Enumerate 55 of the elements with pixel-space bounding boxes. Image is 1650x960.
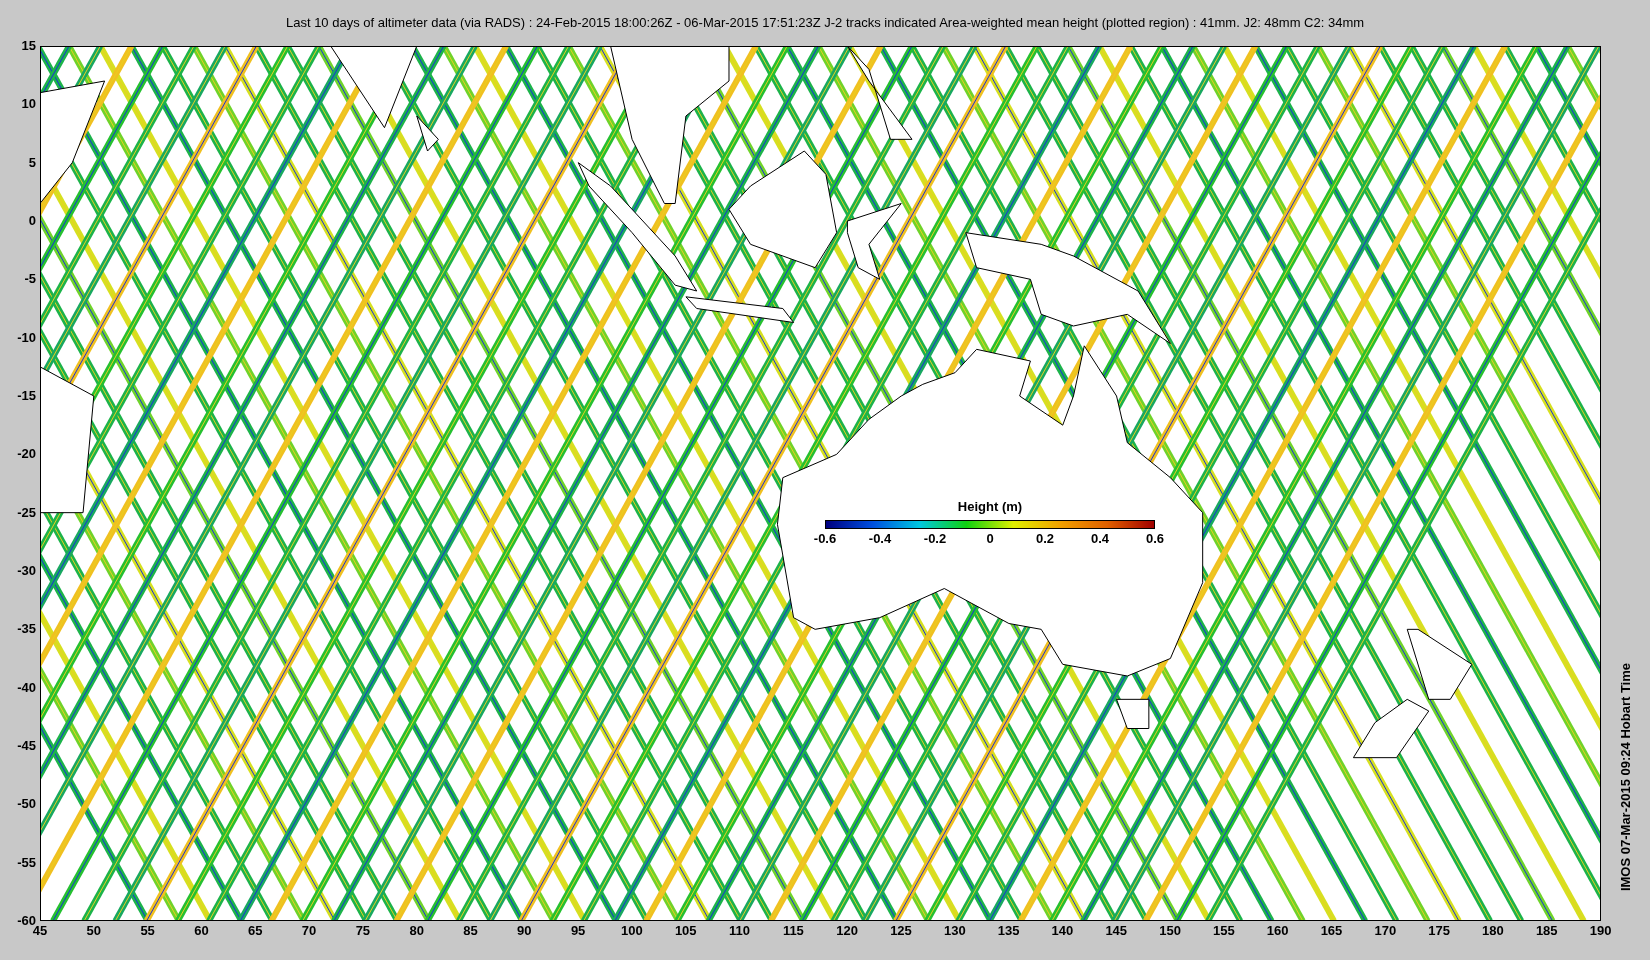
colorbar-tick-label: 0 bbox=[985, 531, 995, 547]
longitude-tick-label: 120 bbox=[835, 923, 860, 939]
longitude-tick-label: 75 bbox=[354, 923, 372, 939]
latitude-tick-label: 0 bbox=[28, 213, 36, 229]
longitude-tick-label: 110 bbox=[728, 923, 752, 939]
longitude-tick-label: 80 bbox=[408, 923, 425, 939]
longitude-tick-label: 90 bbox=[516, 923, 533, 939]
longitude-tick-label: 55 bbox=[139, 923, 156, 939]
colorbar-tick-label: 0.6 bbox=[1144, 531, 1166, 547]
longitude-tick-label: 65 bbox=[247, 923, 264, 939]
longitude-tick-label: 175 bbox=[1427, 923, 1451, 939]
longitude-tick-label: 130 bbox=[942, 923, 967, 939]
colorbar-tick-label: -0.2 bbox=[922, 531, 948, 547]
latitude-tick-label: -10 bbox=[17, 329, 36, 346]
longitude-tick-label: 165 bbox=[1319, 923, 1344, 939]
latitude-tick-label: -50 bbox=[17, 796, 36, 813]
timestamp-note: IMOS 07-Mar-2015 09:24 Hobart Time bbox=[1616, 662, 1634, 891]
latitude-tick-label: 15 bbox=[21, 38, 36, 54]
latitude-tick-label: -55 bbox=[17, 854, 36, 871]
longitude-tick-label: 85 bbox=[462, 923, 479, 939]
latitude-tick-label: 10 bbox=[21, 96, 36, 113]
latitude-tick-label: 5 bbox=[28, 154, 36, 171]
longitude-tick-label: 115 bbox=[781, 923, 805, 939]
longitude-tick-label: 60 bbox=[193, 923, 210, 939]
longitude-tick-label: 70 bbox=[300, 923, 318, 939]
colorbar-tick-label: 0.2 bbox=[1034, 531, 1056, 547]
longitude-tick-label: 180 bbox=[1481, 923, 1505, 939]
latitude-tick-label: -20 bbox=[17, 446, 36, 463]
longitude-tick-label: 185 bbox=[1534, 923, 1559, 939]
plot-title: Last 10 days of altimeter data (via RADS) : 24-Feb-2015 18:00:26Z - 06-Mar-2015 17:51:23Z J-2 tracks indicated Area-weighted mean height (plotted region) : 41mm. J2: 48mm C2: 34mm bbox=[285, 14, 1365, 33]
longitude-tick-label: 155 bbox=[1212, 923, 1236, 939]
longitude-tick-label: 100 bbox=[620, 923, 644, 939]
latitude-tick-label: -35 bbox=[17, 621, 36, 638]
colorbar-tick-label: -0.6 bbox=[812, 531, 838, 547]
latitude-tick-label: -45 bbox=[17, 737, 36, 754]
latitude-tick-label: -25 bbox=[17, 504, 36, 521]
latitude-tick-label: -30 bbox=[17, 562, 36, 579]
longitude-tick-label: 135 bbox=[996, 923, 1021, 939]
longitude-tick-label: 140 bbox=[1050, 923, 1075, 939]
colorbar-tick-label: 0.4 bbox=[1089, 531, 1111, 547]
longitude-tick-label: 125 bbox=[889, 923, 913, 939]
longitude-tick-label: 145 bbox=[1104, 923, 1129, 939]
longitude-tick-label: 50 bbox=[85, 923, 103, 939]
longitude-tick-label: 170 bbox=[1373, 923, 1398, 939]
latitude-tick-label: -60 bbox=[17, 912, 36, 928]
latitude-tick-label: -5 bbox=[24, 271, 36, 288]
longitude-tick-label: 150 bbox=[1158, 923, 1182, 939]
longitude-tick-label: 160 bbox=[1265, 923, 1290, 939]
colorbar-title: Height (m) bbox=[957, 498, 1023, 516]
latitude-tick-label: -15 bbox=[17, 387, 36, 404]
longitude-tick-label: 95 bbox=[569, 923, 587, 939]
latitude-tick-label: -40 bbox=[17, 679, 36, 696]
longitude-tick-label: 105 bbox=[673, 923, 698, 939]
colorbar-tick-label: -0.4 bbox=[867, 531, 893, 547]
longitude-tick-label: 190 bbox=[1588, 923, 1613, 939]
